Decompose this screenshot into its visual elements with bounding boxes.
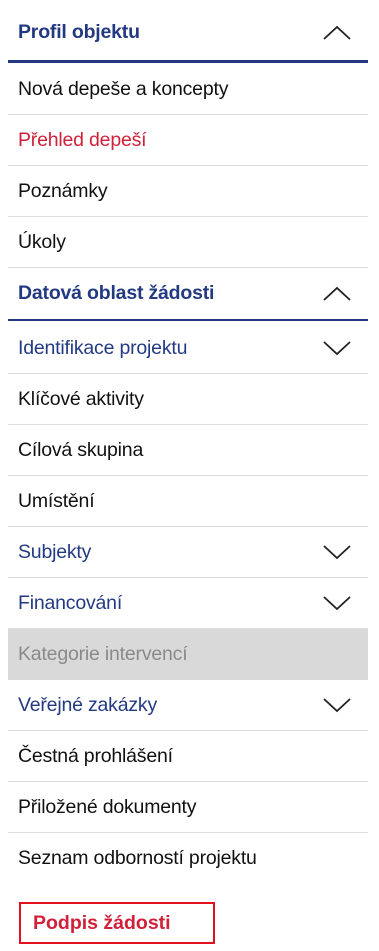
menu-item-subjekty[interactable]: Subjekty: [8, 527, 368, 578]
menu-item-ukoly[interactable]: Úkoly: [8, 217, 368, 268]
menu-item-seznam-odbornosti[interactable]: Seznam odborností projektu: [8, 833, 368, 884]
menu-item-cilova-skupina-label: Cílová skupina: [18, 438, 144, 461]
menu-item-prehled-depesi-label: Přehled depeší: [18, 128, 147, 151]
menu-item-cilova-skupina[interactable]: Cílová skupina: [8, 425, 368, 476]
menu-item-cestna-prohlaseni-label: Čestná prohlášení: [18, 744, 173, 767]
menu-item-kategorie-intervenci: Kategorie intervencí: [8, 629, 368, 680]
menu-item-nova-depese[interactable]: Nová depeše a koncepty: [8, 64, 368, 115]
side-navigation: Profil objektu Nová depeše a koncepty Př…: [0, 0, 379, 951]
menu-item-podpis-zadosti-label: Podpis žádosti: [33, 911, 171, 934]
menu-item-seznam-odbornosti-label: Seznam odborností projektu: [18, 847, 257, 869]
menu-item-ukoly-label: Úkoly: [18, 230, 66, 253]
menu-item-identifikace-projektu[interactable]: Identifikace projektu: [8, 323, 368, 374]
section-profil-objektu-label: Profil objektu: [18, 21, 140, 43]
menu-item-cestna-prohlaseni[interactable]: Čestná prohlášení: [8, 731, 368, 782]
section-datova-oblast[interactable]: Datová oblast žádosti: [8, 268, 368, 321]
menu-item-umisteni[interactable]: Umístění: [8, 476, 368, 527]
menu-item-poznamky-label: Poznámky: [18, 179, 108, 202]
section-profil-objektu[interactable]: Profil objektu: [8, 5, 368, 63]
menu-item-klicove-aktivity-label: Klíčové aktivity: [18, 387, 144, 410]
menu-item-prehled-depesi[interactable]: Přehled depeší: [8, 115, 368, 166]
menu-item-klicove-aktivity[interactable]: Klíčové aktivity: [8, 374, 368, 425]
menu-item-prilozene-dokumenty-label: Přiložené dokumenty: [18, 795, 197, 818]
menu-item-identifikace-projektu-label: Identifikace projektu: [18, 336, 188, 359]
chevron-down-icon[interactable]: [320, 337, 354, 359]
chevron-up-icon[interactable]: [320, 283, 354, 305]
chevron-down-icon[interactable]: [320, 592, 354, 614]
menu-item-poznamky[interactable]: Poznámky: [8, 166, 368, 217]
menu-item-financovani-label: Financování: [18, 591, 123, 614]
menu-item-prilozene-dokumenty[interactable]: Přiložené dokumenty: [8, 782, 368, 833]
section-datova-oblast-label: Datová oblast žádosti: [18, 282, 215, 304]
menu-item-umisteni-label: Umístění: [18, 489, 95, 512]
menu-item-financovani[interactable]: Financování: [8, 578, 368, 629]
chevron-down-icon[interactable]: [320, 694, 354, 716]
menu-item-nova-depese-label: Nová depeše a koncepty: [18, 77, 229, 100]
menu-item-verejne-zakazky-label: Veřejné zakázky: [18, 693, 157, 716]
chevron-up-icon[interactable]: [320, 22, 354, 44]
menu-item-subjekty-label: Subjekty: [18, 540, 92, 563]
menu-item-kategorie-intervenci-label: Kategorie intervencí: [18, 642, 188, 665]
menu-item-verejne-zakazky[interactable]: Veřejné zakázky: [8, 680, 368, 731]
menu-item-podpis-zadosti[interactable]: Podpis žádosti: [19, 902, 215, 944]
chevron-down-icon[interactable]: [320, 541, 354, 563]
